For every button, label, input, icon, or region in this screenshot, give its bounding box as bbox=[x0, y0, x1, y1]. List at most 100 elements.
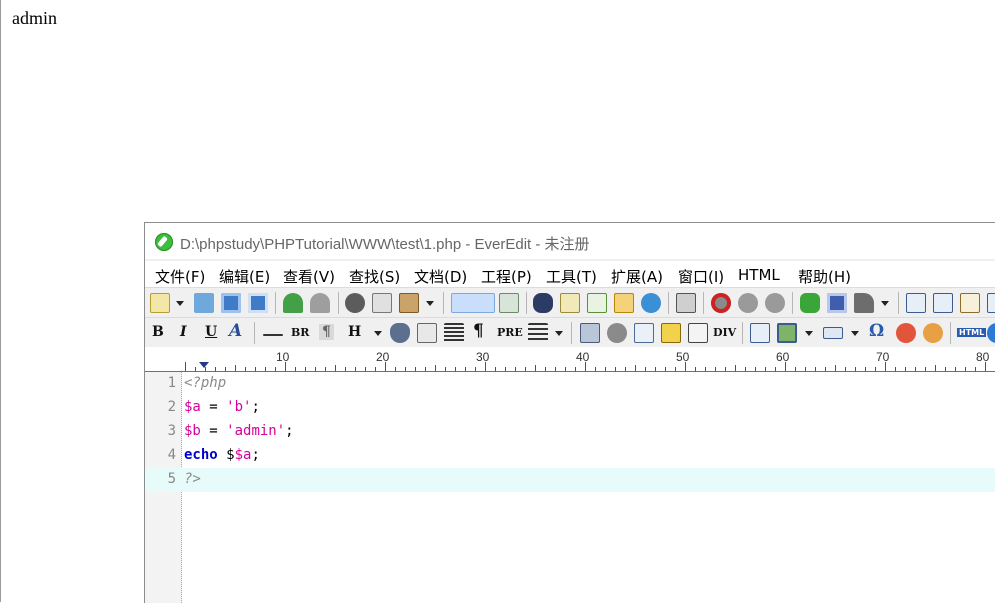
toolbar-separator bbox=[950, 322, 951, 344]
italic-button[interactable]: I bbox=[180, 324, 187, 340]
new-file-icon[interactable] bbox=[150, 293, 170, 313]
spell-check-icon[interactable] bbox=[587, 293, 607, 313]
menu-find[interactable]: 查找(S) bbox=[349, 266, 400, 287]
heading-button[interactable]: H bbox=[348, 324, 361, 340]
record-macro-icon[interactable] bbox=[711, 293, 731, 313]
form-icon[interactable] bbox=[580, 323, 600, 343]
dollar-token: $ bbox=[217, 447, 235, 463]
anchor-icon[interactable] bbox=[390, 323, 410, 343]
menu-edit[interactable]: 编辑(E) bbox=[219, 266, 270, 287]
menu-help[interactable]: 帮助(H) bbox=[798, 266, 851, 287]
br-button[interactable]: BR bbox=[291, 326, 309, 339]
menu-file[interactable]: 文件(F) bbox=[155, 266, 205, 287]
panel-icon[interactable] bbox=[933, 293, 953, 313]
undo-icon[interactable] bbox=[283, 293, 303, 313]
insert-table-icon[interactable] bbox=[750, 323, 770, 343]
html-preview-button[interactable]: HTML bbox=[957, 328, 987, 337]
table-grid-icon[interactable] bbox=[417, 323, 437, 343]
heading-dropdown-icon[interactable] bbox=[373, 323, 383, 343]
ruler-tick bbox=[295, 367, 296, 371]
menu-view[interactable]: 查看(V) bbox=[283, 266, 335, 287]
frame-icon[interactable] bbox=[634, 323, 654, 343]
share-nodes-icon[interactable] bbox=[641, 293, 661, 313]
menu-bar: 文件(F) 编辑(E) 查看(V) 查找(S) 文档(D) 工程(P) 工具(T… bbox=[145, 261, 995, 287]
more-toolbar-icon[interactable] bbox=[987, 293, 995, 313]
word-wrap-toggle-icon[interactable] bbox=[451, 293, 495, 313]
find-in-files-icon[interactable] bbox=[614, 293, 634, 313]
menu-window[interactable]: 窗口(I) bbox=[678, 266, 724, 287]
pilcrow-block-button[interactable]: ¶ bbox=[473, 321, 484, 341]
code-line[interactable]: 2 $a = 'b'; bbox=[145, 396, 995, 420]
replace-icon[interactable] bbox=[560, 293, 580, 313]
pre-button[interactable]: PRE bbox=[497, 326, 523, 339]
menu-document[interactable]: 文档(D) bbox=[414, 266, 467, 287]
ruler-tick bbox=[265, 367, 266, 371]
bold-button[interactable]: B bbox=[152, 324, 164, 340]
current-code-line[interactable]: 5 ?> bbox=[145, 468, 995, 492]
menu-project[interactable]: 工程(P) bbox=[481, 266, 532, 287]
ruler-tick bbox=[915, 367, 916, 371]
underline-button[interactable]: U bbox=[205, 324, 217, 340]
save-all-icon[interactable] bbox=[248, 293, 268, 313]
compare-icon[interactable] bbox=[676, 293, 696, 313]
menu-extensions[interactable]: 扩展(A) bbox=[611, 266, 663, 287]
toolbar-separator bbox=[668, 292, 669, 314]
new-file-dropdown-icon[interactable] bbox=[175, 293, 185, 313]
font-button[interactable]: A bbox=[229, 321, 242, 341]
menu-html[interactable]: HTML bbox=[738, 266, 780, 284]
code-editor[interactable]: 1 <?php 2 $a = 'b'; 3 $b = 'admin'; 4 ec… bbox=[145, 372, 995, 603]
ruler-tick bbox=[575, 367, 576, 371]
toolbar-separator bbox=[275, 292, 276, 314]
document-list-icon[interactable] bbox=[960, 293, 980, 313]
paragraph-button[interactable]: ¶ bbox=[319, 324, 334, 340]
code-line[interactable]: 4 echo $$a; bbox=[145, 444, 995, 468]
align-icon[interactable] bbox=[444, 323, 464, 343]
palette-icon[interactable] bbox=[923, 323, 943, 343]
list-icon[interactable] bbox=[528, 323, 548, 343]
redo-icon[interactable] bbox=[310, 293, 330, 313]
php-close-tag: ?> bbox=[184, 471, 201, 487]
ruler-tick bbox=[775, 367, 776, 371]
ruler-tick bbox=[665, 367, 666, 371]
ruler-tick bbox=[405, 367, 406, 371]
image-dropdown-icon[interactable] bbox=[804, 323, 814, 343]
plugin-icon[interactable] bbox=[800, 293, 820, 313]
outline-icon[interactable] bbox=[906, 293, 926, 313]
span-icon[interactable] bbox=[661, 323, 681, 343]
selection-frame-icon[interactable] bbox=[688, 323, 708, 343]
horizontal-rule-icon[interactable] bbox=[263, 334, 283, 336]
play-macro-icon[interactable] bbox=[738, 293, 758, 313]
cut-icon[interactable] bbox=[345, 293, 365, 313]
color-picker-icon[interactable] bbox=[896, 323, 916, 343]
window-layout-icon[interactable] bbox=[827, 293, 847, 313]
insert-image-icon[interactable] bbox=[777, 323, 797, 343]
ruler-tick bbox=[515, 367, 516, 371]
browser-preview-icon[interactable] bbox=[987, 323, 995, 343]
ruler-tick bbox=[835, 365, 836, 371]
div-button[interactable]: DIV bbox=[713, 326, 736, 339]
ruler-tick bbox=[555, 367, 556, 371]
input-dropdown-icon[interactable] bbox=[850, 323, 860, 343]
paste-icon[interactable] bbox=[399, 293, 419, 313]
special-char-button[interactable]: Ω bbox=[869, 321, 884, 341]
code-line[interactable]: 1 <?php bbox=[145, 372, 995, 396]
ruler-tick bbox=[715, 367, 716, 371]
open-folder-icon[interactable] bbox=[194, 293, 214, 313]
input-field-icon[interactable] bbox=[823, 327, 843, 339]
ruler-tick bbox=[865, 367, 866, 371]
list-dropdown-icon[interactable] bbox=[554, 323, 564, 343]
code-line[interactable]: 3 $b = 'admin'; bbox=[145, 420, 995, 444]
ruler-tick bbox=[675, 367, 676, 371]
tools-hammer-icon[interactable] bbox=[854, 293, 874, 313]
paste-dropdown-icon[interactable] bbox=[425, 293, 435, 313]
copy-icon[interactable] bbox=[372, 293, 392, 313]
media-icon[interactable] bbox=[607, 323, 627, 343]
ruler-tick bbox=[345, 367, 346, 371]
title-bar[interactable]: D:\phpstudy\PHPTutorial\WWW\test\1.php -… bbox=[145, 223, 995, 259]
save-icon[interactable] bbox=[221, 293, 241, 313]
tools-dropdown-icon[interactable] bbox=[880, 293, 890, 313]
menu-tools[interactable]: 工具(T) bbox=[546, 266, 597, 287]
column-mode-icon[interactable] bbox=[499, 293, 519, 313]
find-binoculars-icon[interactable] bbox=[533, 293, 553, 313]
run-macro-icon[interactable] bbox=[765, 293, 785, 313]
